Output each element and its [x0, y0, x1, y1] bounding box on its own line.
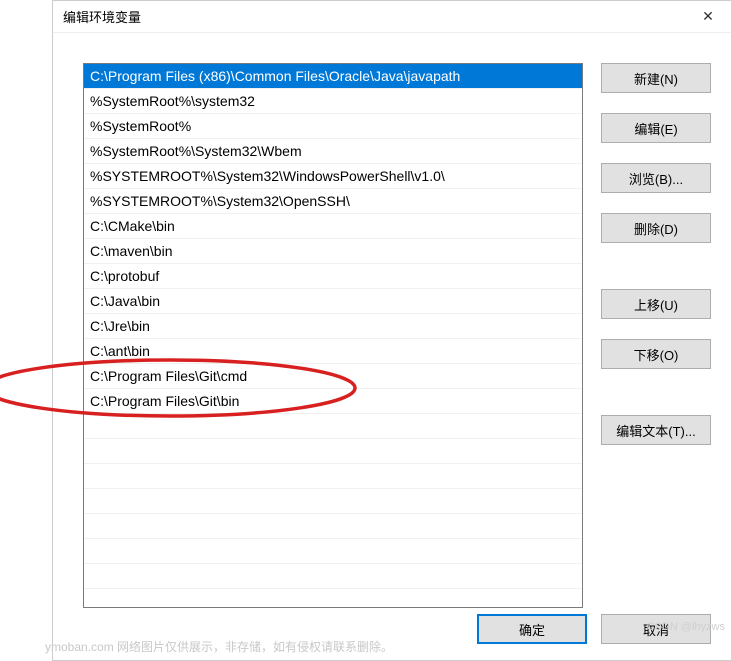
watermark-right: CSDN @lhyzws	[647, 621, 725, 633]
list-item[interactable]: %SystemRoot%\system32	[84, 89, 582, 114]
dialog-body: C:\Program Files (x86)\Common Files\Orac…	[53, 33, 731, 592]
close-button[interactable]: ✕	[685, 2, 731, 32]
list-item-empty[interactable]	[84, 489, 582, 514]
watermark-left: ymoban.com 网络图片仅供展示，非存储，如有侵权请联系删除。	[45, 638, 393, 655]
list-item[interactable]: %SystemRoot%	[84, 114, 582, 139]
list-item[interactable]: C:\Program Files\Git\cmd	[84, 364, 582, 389]
close-icon: ✕	[702, 8, 714, 25]
list-item[interactable]: C:\maven\bin	[84, 239, 582, 264]
dialog-title: 编辑环境变量	[63, 7, 141, 26]
list-item-empty[interactable]	[84, 514, 582, 539]
list-item[interactable]: %SYSTEMROOT%\System32\WindowsPowerShell\…	[84, 164, 582, 189]
list-item[interactable]: C:\Jre\bin	[84, 314, 582, 339]
ok-button[interactable]: 确定	[477, 614, 587, 644]
environment-variable-dialog: 编辑环境变量 ✕ C:\Program Files (x86)\Common F…	[52, 0, 731, 661]
browse-button[interactable]: 浏览(B)...	[601, 163, 711, 193]
list-item[interactable]: C:\Program Files (x86)\Common Files\Orac…	[84, 64, 582, 89]
list-item[interactable]: C:\CMake\bin	[84, 214, 582, 239]
list-item[interactable]: C:\protobuf	[84, 264, 582, 289]
list-item-empty[interactable]	[84, 539, 582, 564]
edit-button[interactable]: 编辑(E)	[601, 113, 711, 143]
move-up-button[interactable]: 上移(U)	[601, 289, 711, 319]
button-column: 新建(N) 编辑(E) 浏览(B)... 删除(D) 上移(U) 下移(O) 编…	[601, 63, 711, 572]
list-item[interactable]: %SYSTEMROOT%\System32\OpenSSH\	[84, 189, 582, 214]
list-item[interactable]: C:\Java\bin	[84, 289, 582, 314]
edit-text-button[interactable]: 编辑文本(T)...	[601, 415, 711, 445]
delete-button[interactable]: 删除(D)	[601, 213, 711, 243]
new-button[interactable]: 新建(N)	[601, 63, 711, 93]
list-item-empty[interactable]	[84, 564, 582, 589]
list-item[interactable]: C:\Program Files\Git\bin	[84, 389, 582, 414]
list-item-empty[interactable]	[84, 414, 582, 439]
title-bar: 编辑环境变量 ✕	[53, 1, 731, 33]
move-down-button[interactable]: 下移(O)	[601, 339, 711, 369]
list-item[interactable]: C:\ant\bin	[84, 339, 582, 364]
list-item-empty[interactable]	[84, 464, 582, 489]
path-list[interactable]: C:\Program Files (x86)\Common Files\Orac…	[83, 63, 583, 608]
list-item-empty[interactable]	[84, 439, 582, 464]
list-item[interactable]: %SystemRoot%\System32\Wbem	[84, 139, 582, 164]
